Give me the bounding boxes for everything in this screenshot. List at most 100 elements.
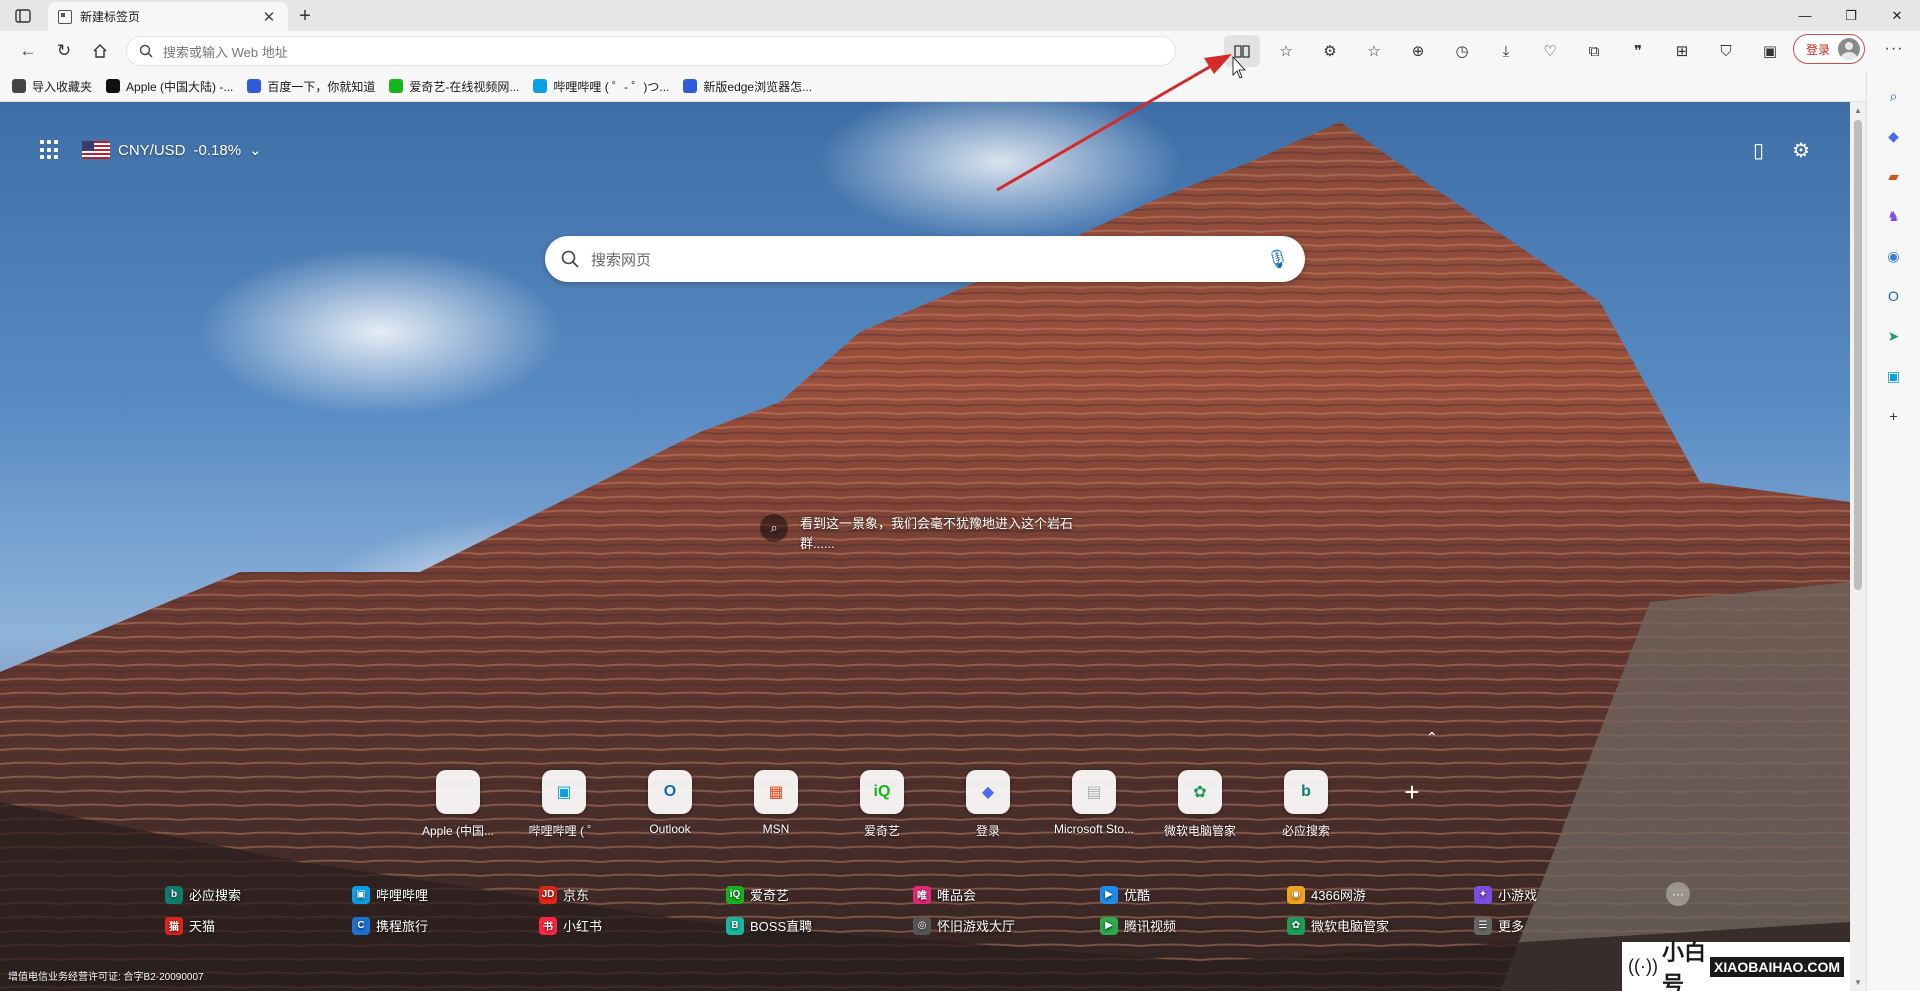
quick-link-tile[interactable]: ▦ MSN: [723, 770, 829, 839]
ntp-top-right: ▯ ⚙: [1753, 138, 1810, 163]
quick-link-tile[interactable]: ◆ 登录: [935, 770, 1041, 839]
site-link[interactable]: 猫天猫: [165, 916, 352, 935]
tab-new-tab-page[interactable]: 新建标签页 ✕: [48, 2, 288, 31]
sidebar-copilot-icon[interactable]: ◉: [1881, 243, 1907, 269]
site-link[interactable]: ▣ 哔哩哔哩: [352, 885, 539, 904]
site-label: 必应搜索: [189, 888, 242, 903]
site-link[interactable]: iQ 爱奇艺: [726, 885, 913, 904]
quick-links: Apple (中国... ▣ 哔哩哔哩 ( ゜ O Outlook ▦ MSN iQ 爱奇艺 ◆ 登…: [405, 770, 1465, 839]
site-link[interactable]: B BOSS直聘: [726, 916, 913, 935]
add-quick-link-button[interactable]: +: [1359, 770, 1465, 839]
site-label: 4366网游: [1311, 888, 1366, 903]
quick-link-tile[interactable]: ✿ 微软电脑管家: [1147, 770, 1253, 839]
quick-link-tile[interactable]: ▤ Microsoft Sto...: [1041, 770, 1147, 839]
sidebar-games-icon[interactable]: ♞: [1881, 203, 1907, 229]
minimize-icon[interactable]: —: [1782, 0, 1828, 31]
scroll-thumb[interactable]: [1854, 120, 1862, 590]
sidebar-add-icon[interactable]: +: [1881, 403, 1907, 429]
tab-actions-button[interactable]: [0, 0, 46, 31]
scroll-down-icon[interactable]: ▼: [1854, 978, 1862, 987]
new-tab-button[interactable]: +: [288, 2, 322, 31]
extensions-button[interactable]: ⚙: [1308, 35, 1352, 67]
site-link[interactable]: ☰ 更多: [1474, 916, 1661, 935]
collections-button[interactable]: ⊕: [1396, 35, 1440, 67]
close-window-icon[interactable]: ✕: [1874, 0, 1920, 31]
site-icon: ✦: [1474, 885, 1492, 904]
image-caption[interactable]: ⌕ 看到这一景象，我们会毫不犹豫地进入这个岩石群......: [760, 514, 1080, 554]
site-link[interactable]: ✦ 小游戏: [1474, 885, 1661, 904]
favorites-button[interactable]: ☆: [1352, 35, 1396, 67]
back-button[interactable]: ←: [10, 35, 46, 67]
sidebar-drop-icon[interactable]: ➤: [1881, 323, 1907, 349]
bookmark-item[interactable]: 新版edge浏览器怎...: [683, 78, 812, 95]
quotes-button[interactable]: ❞: [1616, 35, 1660, 67]
quick-link-label: Microsoft Sto...: [1053, 822, 1135, 836]
microphone-icon[interactable]: 🎙: [1266, 249, 1289, 270]
address-placeholder: 搜索或输入 Web 地址: [163, 44, 288, 60]
read-aloud-button[interactable]: [1224, 35, 1260, 67]
screenshot-button[interactable]: ⧉: [1572, 35, 1616, 67]
app-launcher-icon[interactable]: [40, 140, 60, 160]
address-bar[interactable]: 搜索或输入 Web 地址: [126, 36, 1176, 66]
site-link[interactable]: 唯唯品会: [913, 885, 1100, 904]
search-icon: [139, 44, 153, 58]
bookmark-item[interactable]: 导入收藏夹: [12, 78, 92, 95]
close-tab-icon[interactable]: ✕: [260, 8, 278, 26]
more-options-icon[interactable]: ···: [1666, 882, 1690, 906]
site-label: 携程旅行: [376, 919, 429, 934]
scroll-up-icon[interactable]: ▲: [1854, 106, 1862, 115]
sidebar-search-icon[interactable]: ⌕: [1881, 83, 1907, 109]
watermark-en: XIAOBAIHAO.COM: [1710, 956, 1844, 977]
site-link[interactable]: b 必应搜索: [165, 885, 352, 904]
bilibili-icon: [533, 79, 548, 93]
bookmark-item[interactable]: 百度一下，你就知道: [247, 78, 375, 95]
sidebar-bilibili-icon[interactable]: ▣: [1881, 363, 1907, 389]
sidebar-outlook-icon[interactable]: O: [1881, 283, 1907, 309]
site-link[interactable]: ◎ 怀旧游戏大厅: [913, 916, 1100, 935]
bookmark-item[interactable]: 爱奇艺-在线视频网...: [389, 78, 519, 95]
site-link[interactable]: ✿ 微软电脑管家: [1287, 916, 1474, 935]
history-button[interactable]: ◷: [1440, 35, 1484, 67]
site-link[interactable]: ▶ 腾讯视频: [1100, 916, 1287, 935]
sidebar-toggle-button[interactable]: ▣: [1748, 35, 1792, 67]
downloads-button[interactable]: ⤓: [1484, 35, 1528, 67]
home-icon: [93, 44, 107, 58]
sidebar-tools-icon[interactable]: ▰: [1881, 163, 1907, 189]
more-menu-button[interactable]: ···: [1876, 34, 1912, 64]
refresh-button[interactable]: ↻: [46, 35, 82, 67]
quick-link-label: Outlook: [649, 822, 691, 836]
site-link[interactable]: ▶ 优酷: [1100, 885, 1287, 904]
sidebar-shopping-icon[interactable]: ◆: [1881, 123, 1907, 149]
page-scrollbar[interactable]: ▲ ▼: [1850, 102, 1866, 991]
quick-link-icon: ▦: [754, 770, 798, 814]
site-icon: ▣: [352, 885, 370, 904]
mobile-icon[interactable]: ▯: [1753, 138, 1764, 163]
site-link[interactable]: 书小红书: [539, 916, 726, 935]
bookmark-item[interactable]: 哔哩哔哩 ( ゜- ゜)つ...: [533, 78, 669, 95]
site-icon: C: [352, 916, 370, 935]
site-link[interactable]: JD 京东: [539, 885, 726, 904]
quick-link-icon: ▤: [1072, 770, 1116, 814]
currency-widget[interactable]: CNY/USD -0.18% ⌄: [82, 141, 262, 159]
apps-button[interactable]: ⊞: [1660, 35, 1704, 67]
quick-link-tile[interactable]: b 必应搜索: [1253, 770, 1359, 839]
performance-button[interactable]: ⛉: [1704, 35, 1748, 67]
settings-gear-icon[interactable]: ⚙: [1792, 138, 1810, 163]
bookmark-item[interactable]: Apple (中国大陆) -...: [106, 78, 233, 95]
site-label: 腾讯视频: [1124, 919, 1177, 934]
browser-essentials-button[interactable]: ♡: [1528, 35, 1572, 67]
quick-link-tile[interactable]: ▣ 哔哩哔哩 ( ゜: [511, 770, 617, 839]
site-icon: ▶: [1100, 885, 1118, 904]
web-search-box[interactable]: 搜索网页 🎙: [545, 236, 1305, 282]
quick-link-tile[interactable]: iQ 爱奇艺: [829, 770, 935, 839]
quick-link-tile[interactable]: Apple (中国...: [405, 770, 511, 839]
login-button[interactable]: 登录: [1793, 34, 1866, 64]
home-button[interactable]: [82, 35, 118, 67]
tab-actions-icon: [15, 8, 31, 23]
chevron-up-icon[interactable]: ⌃: [1426, 729, 1438, 746]
site-link[interactable]: C 携程旅行: [352, 916, 539, 935]
quick-link-tile[interactable]: O Outlook: [617, 770, 723, 839]
add-favorite-button[interactable]: ☆: [1264, 35, 1308, 67]
restore-icon[interactable]: ❐: [1828, 0, 1874, 31]
site-link[interactable]: ◉ 4366网游: [1287, 885, 1474, 904]
